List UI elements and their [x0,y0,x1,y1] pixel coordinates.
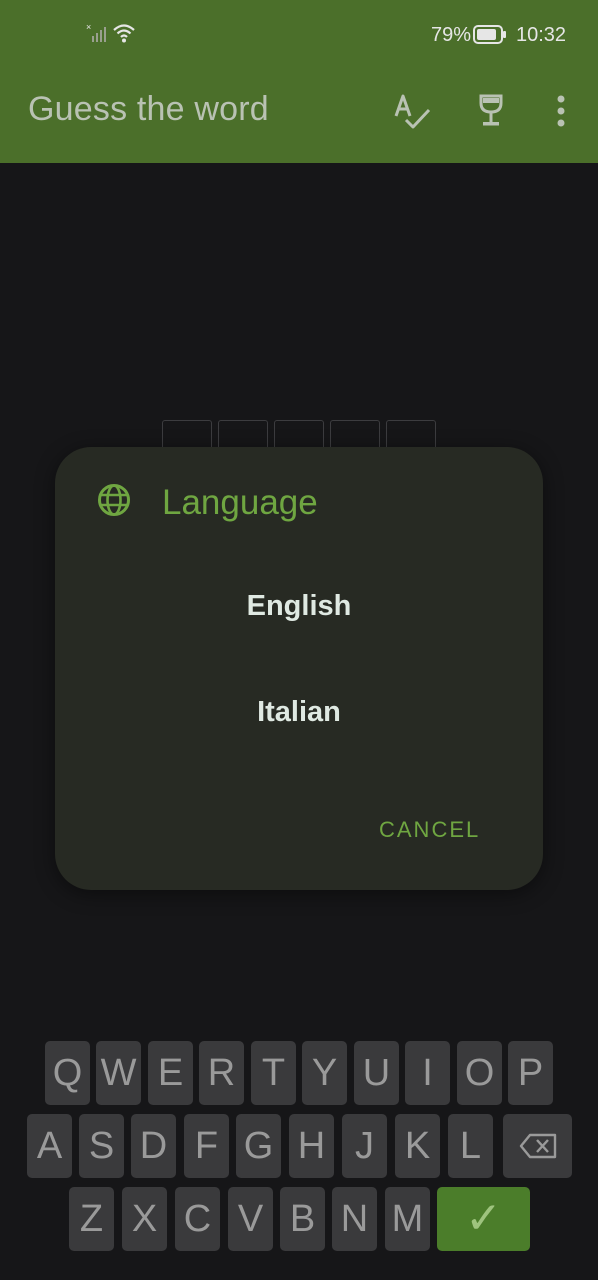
key-w[interactable]: W [96,1041,141,1105]
enter-key[interactable]: ✓ [437,1187,530,1251]
language-option-italian[interactable]: Italian [55,696,543,729]
signal-icon: × [86,22,106,42]
key-f[interactable]: F [184,1114,229,1178]
key-y[interactable]: Y [302,1041,347,1105]
key-h[interactable]: H [289,1114,334,1178]
cancel-button[interactable]: CANCEL [379,817,480,843]
key-q[interactable]: Q [45,1041,90,1105]
backspace-icon [519,1133,557,1159]
key-g[interactable]: G [236,1114,281,1178]
trophy-icon[interactable] [478,94,504,128]
key-z[interactable]: Z [69,1187,114,1251]
key-u[interactable]: U [354,1041,399,1105]
language-option-english[interactable]: English [55,590,543,623]
app-title: Guess the word [28,90,269,128]
key-v[interactable]: V [228,1187,273,1251]
key-r[interactable]: R [199,1041,244,1105]
clock: 10:32 [516,24,567,46]
key-i[interactable]: I [405,1041,450,1105]
status-bar: × 79% 10:32 [0,0,598,70]
key-t[interactable]: T [251,1041,296,1105]
key-e[interactable]: E [148,1041,193,1105]
key-k[interactable]: K [395,1114,440,1178]
app-root: × 79% 10:32 Guess the word Language Engl… [0,0,598,1280]
backspace-key[interactable] [503,1114,572,1178]
key-b[interactable]: B [280,1187,325,1251]
key-j[interactable]: J [342,1114,387,1178]
svg-text:×: × [86,22,91,32]
key-a[interactable]: A [27,1114,72,1178]
battery-icon [473,25,506,44]
key-c[interactable]: C [175,1187,220,1251]
key-p[interactable]: P [508,1041,553,1105]
key-m[interactable]: M [385,1187,430,1251]
key-d[interactable]: D [131,1114,176,1178]
battery-percent: 79% [431,24,472,46]
key-n[interactable]: N [332,1187,377,1251]
app-bar: × 79% 10:32 Guess the word [0,0,598,163]
more-vert-icon[interactable] [556,95,566,127]
wifi-icon [113,24,135,43]
key-l[interactable]: L [448,1114,493,1178]
spellcheck-icon[interactable] [392,92,432,132]
key-x[interactable]: X [122,1187,167,1251]
key-s[interactable]: S [79,1114,124,1178]
language-dialog: Language English Italian CANCEL [55,447,543,890]
globe-icon [98,484,130,516]
key-o[interactable]: O [457,1041,502,1105]
dialog-title: Language [162,483,318,522]
